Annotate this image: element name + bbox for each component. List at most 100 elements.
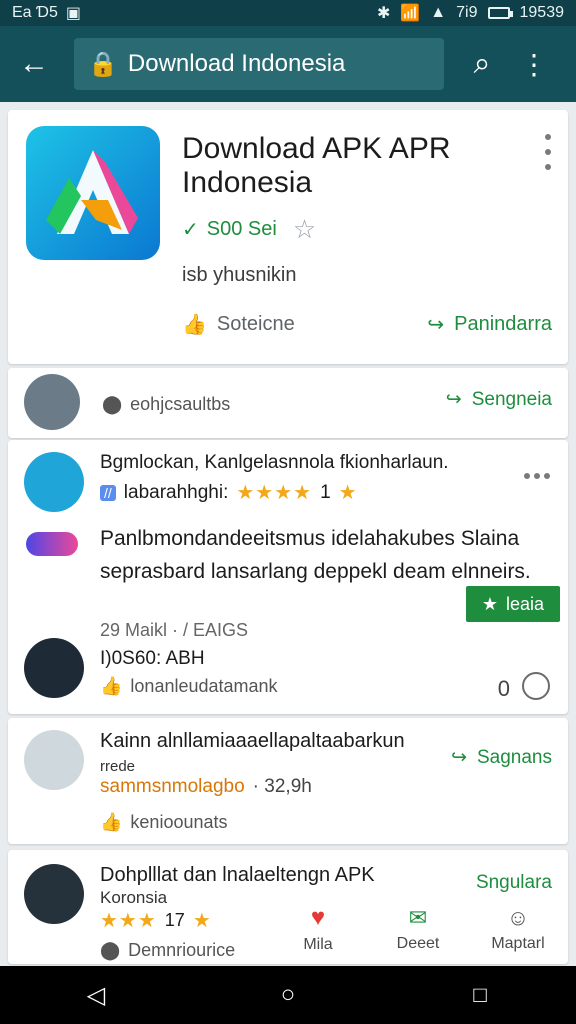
nav-item-mila[interactable]: ♥ Mila (268, 904, 368, 954)
news-like[interactable]: 👍 kenioounats (100, 812, 228, 833)
share-label: Panindarra (454, 313, 552, 335)
badge-icon: ⬤ (102, 394, 123, 414)
leaf-icon: ✓ (182, 219, 199, 241)
news-line: sammsnmolagbo · 32,9h (100, 776, 312, 798)
news-line-suffix: · 32,9h (252, 776, 312, 797)
card-overflow-button[interactable] (542, 134, 554, 170)
status-bar: Ea Ɗ5 ▣ ✱ 📶 ▲ 7i9 19539 (0, 0, 576, 26)
user-row-card: ⬤ eohjcsaultbs ↪ Sengneia (8, 368, 568, 438)
like-label: Soteicne (216, 313, 295, 335)
dot (545, 134, 551, 140)
dot (545, 149, 551, 155)
review-stars: ★★★★ (236, 482, 313, 504)
system-navigation-bar: ◁ ○ □ (0, 966, 576, 1024)
back-arrow-icon: ← (19, 47, 49, 80)
review-body: Panlbmondandeeitsmus idelahakubes Slaina… (100, 527, 531, 583)
app-subtitle: isb yhusnikin (182, 264, 297, 286)
news-action-label: Sagnans (476, 746, 552, 768)
status-left: Ea Ɗ5 ▣ (12, 3, 81, 23)
signal-icon: ▲ (430, 4, 447, 21)
review-logo (26, 532, 78, 556)
review-subline-label: labarahhghi: (123, 481, 229, 503)
clock: 19539 (519, 4, 565, 21)
app-logo-icon (46, 150, 138, 234)
status-right: ✱ 📶 ▲ 7i9 19539 (377, 3, 564, 23)
app-action-row: 👍 Soteicne ↪ Panindarra (182, 312, 552, 337)
dot (544, 473, 550, 479)
nav-item-maptarl[interactable]: ☺ Maptarl (468, 905, 568, 953)
rating-row: ✓ S00 Sei ☆ (182, 214, 316, 245)
news-like-label: kenioounats (130, 812, 228, 832)
star-icon: ★ (481, 593, 498, 614)
square-recents-icon: □ (473, 982, 487, 1007)
avatar[interactable] (24, 374, 80, 430)
content: Download APK APR Indonesia ✓ S00 Sei ☆ i… (8, 110, 568, 964)
more-vert-icon: ⋮ (520, 48, 548, 80)
nav-item-deeet[interactable]: ✉ Deeet (368, 905, 468, 953)
thumbnail[interactable] (24, 730, 84, 790)
review-cta-label: leaia (505, 593, 544, 614)
system-recents-button[interactable]: □ (456, 971, 504, 1019)
device-action-label: lonanleudatamank (130, 676, 278, 696)
thumb-up-icon: 👍 (100, 676, 123, 696)
system-back-button[interactable]: ◁ (72, 971, 120, 1019)
dot (545, 164, 551, 170)
emoji-reaction-button[interactable] (522, 672, 550, 700)
triangle-back-icon: ◁ (86, 981, 106, 1009)
battery-icon (487, 7, 513, 19)
top-app-bar: ← 🔒 Download Indonesia ⌕ ⋮ (0, 26, 576, 102)
device-avatar[interactable] (24, 638, 84, 698)
bluetooth-icon: ✱ (376, 5, 391, 22)
search-button[interactable]: ⌕ (454, 36, 510, 92)
review-subline: // labarahhghi: ★★★★ 1 ★ (100, 480, 358, 505)
post-title: Dohplllat dan lnalaeltengn APK (100, 864, 375, 886)
news-title: Kainn alnllamiaaaellapaltaabarkun (100, 730, 405, 752)
review-author: Bgmlockan, Kanlgelasnnola fkionharlaun. (100, 452, 449, 473)
dot (524, 473, 530, 479)
circle-home-icon: ○ (280, 981, 296, 1008)
device-like[interactable]: 👍 lonanleudatamank (100, 676, 278, 697)
app-card: Download APK APR Indonesia ✓ S00 Sei ☆ i… (8, 110, 568, 364)
nav-label-mila: Mila (303, 936, 333, 953)
bottom-navigation: ♥ Mila ✉ Deeet ☺ Maptarl (8, 888, 568, 970)
device-label: I)0S60: ABH (100, 648, 205, 669)
address-bar[interactable]: 🔒 Download Indonesia (74, 38, 444, 90)
review-more-button[interactable] (524, 470, 550, 482)
overflow-menu-button[interactable]: ⋮ (506, 36, 562, 92)
app-icon[interactable] (26, 126, 160, 260)
status-left-text: Ea Ɗ5 (12, 4, 58, 21)
profile-icon: ☺ (506, 905, 530, 930)
news-subtitle: rrede (100, 758, 136, 775)
star-icon: ★ (338, 482, 358, 504)
share-arrow-icon: ↪ (445, 389, 462, 410)
nav-label-maptarl: Maptarl (491, 935, 545, 952)
user-row-label: ⬤ eohjcsaultbs (102, 394, 230, 415)
system-home-button[interactable]: ○ (264, 971, 312, 1019)
follow-button[interactable]: ↪ Sengneia (446, 388, 552, 411)
heart-icon: ♥ (310, 904, 326, 931)
dot (534, 473, 540, 479)
wifi-icon: 📶 (400, 5, 421, 22)
review-cta-button[interactable]: ★ leaia (465, 586, 560, 622)
star-outline-icon[interactable]: ☆ (293, 214, 316, 245)
share-button[interactable]: ↪ Panindarra (427, 312, 552, 337)
news-action-button[interactable]: ↪ Sagnans (451, 746, 552, 769)
message-icon: ✉ (408, 905, 428, 930)
app-title: Download APK APR Indonesia (182, 132, 451, 199)
nav-label-deeet: Deeet (396, 935, 440, 952)
search-icon: ⌕ (473, 47, 491, 80)
reaction-count: 0 (497, 676, 510, 701)
review-meta: 29 Maikl · / EAIGS (100, 620, 249, 640)
like-button[interactable]: 👍 Soteicne (182, 312, 295, 337)
back-button[interactable]: ← (6, 36, 62, 92)
review-rating: 1 (320, 481, 331, 503)
review-card: Bgmlockan, Kanlgelasnnola fkionharlaun. … (8, 440, 568, 714)
status-right-text: 7i9 (456, 4, 478, 21)
lock-icon: 🔒 (88, 50, 118, 78)
brand-icon: // (100, 484, 116, 501)
user-row-text: eohjcsaultbs (130, 394, 231, 414)
thumb-up-icon: 👍 (182, 314, 207, 336)
share-arrow-icon: ↪ (427, 314, 445, 336)
avatar[interactable] (24, 452, 84, 512)
news-line-text: sammsnmolagbo (100, 776, 245, 797)
